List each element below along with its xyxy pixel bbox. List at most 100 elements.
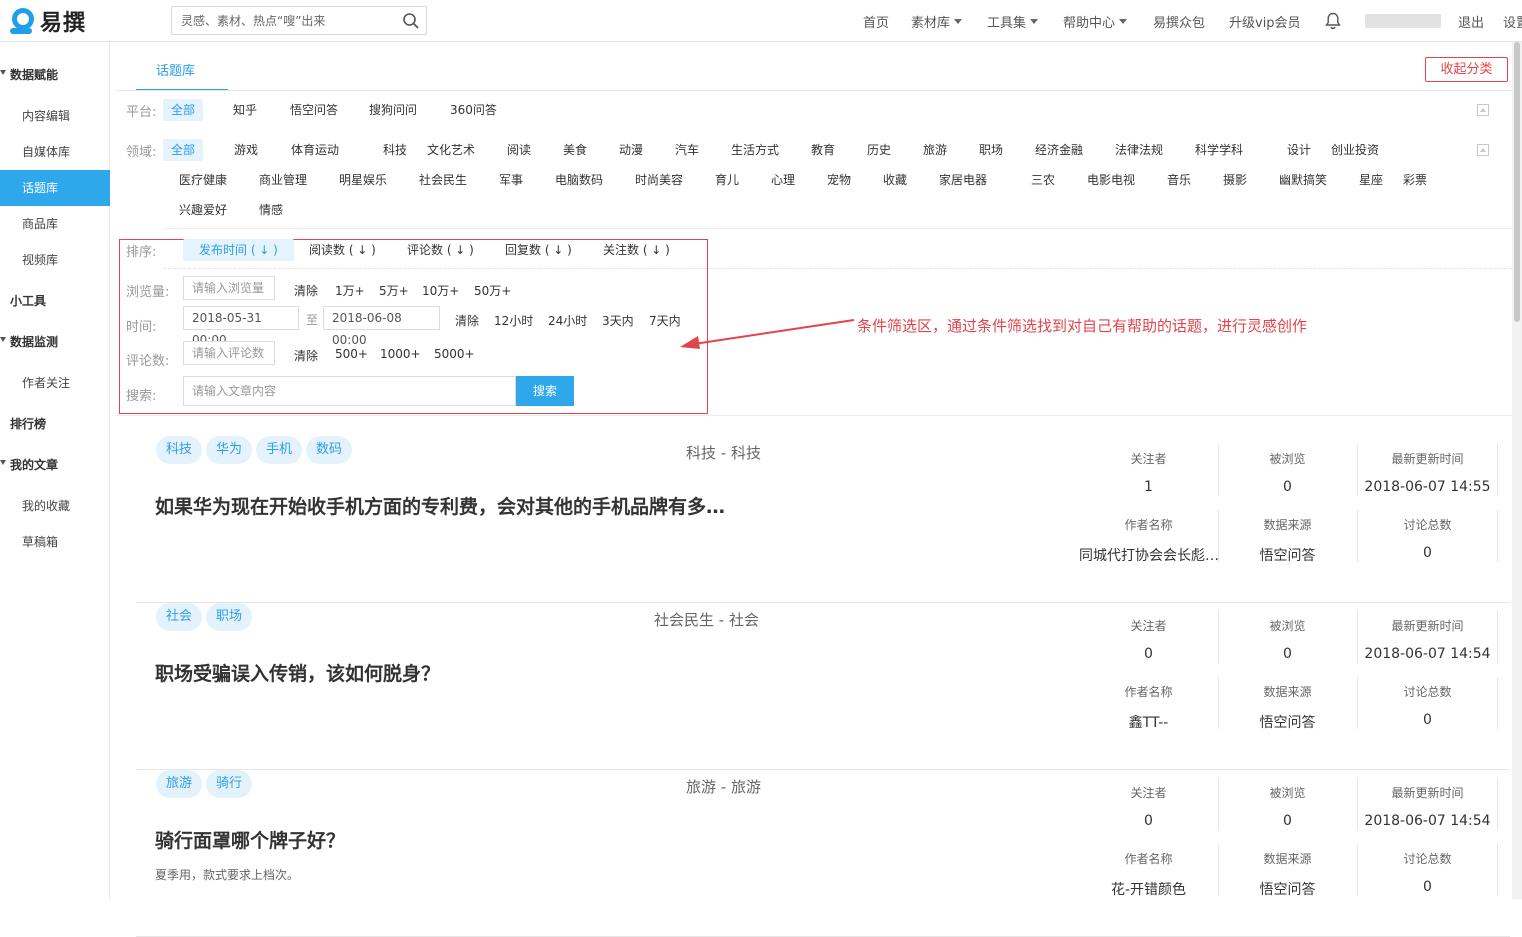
nav-logout[interactable]: 退出	[1458, 0, 1484, 42]
filter-option[interactable]: 清除	[294, 282, 318, 299]
filter-option[interactable]: 清除	[294, 347, 318, 364]
domain-option[interactable]: 时尚美容	[627, 169, 691, 191]
domain-option[interactable]: 职场	[971, 139, 1011, 161]
topic-title[interactable]: 职场受骗误入传销，该如何脱身？	[155, 659, 440, 686]
sidebar-item-product-lib[interactable]: 商品库	[0, 206, 110, 242]
domain-option[interactable]: 收藏	[875, 169, 915, 191]
sidebar-item-favorites[interactable]: 我的收藏	[0, 488, 110, 524]
platform-option[interactable]: 360问答	[442, 99, 505, 121]
stat-value[interactable]: 鑫TT--	[1079, 712, 1218, 732]
time-from-input[interactable]: 2018-05-31 00:00	[183, 306, 299, 347]
scrollbar-thumb[interactable]	[1514, 42, 1520, 322]
nav-help[interactable]: 帮助中心	[1063, 0, 1128, 42]
sidebar-item-video-lib[interactable]: 视频库	[0, 242, 110, 278]
platform-option[interactable]: 知乎	[225, 99, 265, 121]
topic-tag[interactable]: 职场	[206, 603, 253, 631]
scrollbar[interactable]	[1512, 42, 1522, 899]
domain-option[interactable]: 文化艺术	[419, 139, 483, 161]
domain-option[interactable]: 生活方式	[723, 139, 787, 161]
sort-option[interactable]: 发布时间 ( ↓ )	[183, 239, 294, 261]
filter-option[interactable]: 1万+	[335, 282, 365, 299]
nav-home[interactable]: 首页	[863, 0, 889, 42]
domain-option[interactable]: 教育	[803, 139, 843, 161]
sort-option[interactable]: 阅读数 ( ↓ )	[301, 239, 384, 261]
nav-tools[interactable]: 工具集	[987, 0, 1039, 42]
user-name-blurred[interactable]	[1365, 14, 1441, 28]
domain-option[interactable]: 体育运动	[283, 139, 347, 161]
domain-option[interactable]: 科学学科	[1187, 139, 1251, 161]
domain-option[interactable]: 社会民生	[411, 169, 475, 191]
domain-option[interactable]: 法律法规	[1107, 139, 1171, 161]
sidebar-group-rank[interactable]: 排行榜	[0, 415, 110, 432]
topic-title[interactable]: 如果华为现在开始收手机方面的专利费，会对其他的手机品牌有多…	[155, 492, 725, 519]
sidebar-item-content-edit[interactable]: 内容编辑	[0, 98, 110, 134]
domain-option[interactable]: 幽默搞笑	[1271, 169, 1335, 191]
topic-card[interactable]: 社会 职场 社会民生 - 社会 职场受骗误入传销，该如何脱身？ 关注者 0 作者名称 鑫TT-…	[136, 603, 1510, 770]
domain-option[interactable]: 科技	[375, 139, 415, 161]
domain-option[interactable]: 电脑数码	[547, 169, 611, 191]
domain-option[interactable]: 情感	[251, 199, 291, 221]
nav-materials[interactable]: 素材库	[911, 0, 963, 42]
search-icon[interactable]	[402, 12, 420, 30]
sidebar-item-topic-lib[interactable]: 话题库	[0, 170, 110, 206]
topic-tag[interactable]: 手机	[256, 436, 303, 464]
views-input[interactable]: 请输入浏览量	[183, 276, 275, 300]
filter-option[interactable]: 3天内	[602, 312, 634, 329]
filter-option[interactable]: 清除	[455, 312, 479, 329]
sort-option[interactable]: 回复数 ( ↓ )	[497, 239, 580, 261]
expand-platform-icon[interactable]	[1477, 104, 1489, 116]
sidebar-group-articles[interactable]: 我的文章	[0, 456, 110, 473]
domain-option[interactable]: 经济金融	[1027, 139, 1091, 161]
platform-option[interactable]: 全部	[163, 99, 204, 121]
topic-tag[interactable]: 社会	[156, 603, 203, 631]
bell-icon[interactable]	[1325, 12, 1341, 30]
domain-option[interactable]: 心理	[763, 169, 803, 191]
platform-option[interactable]: 悟空问答	[282, 99, 346, 121]
filter-option[interactable]: 50万+	[474, 282, 511, 299]
sort-option[interactable]: 关注数 ( ↓ )	[595, 239, 678, 261]
time-to-input[interactable]: 2018-06-08 00:00	[323, 306, 440, 347]
sort-option[interactable]: 评论数 ( ↓ )	[399, 239, 482, 261]
domain-option[interactable]: 商业管理	[251, 169, 315, 191]
domain-option[interactable]: 创业投资	[1323, 139, 1387, 161]
sidebar-item-drafts[interactable]: 草稿箱	[0, 524, 110, 560]
topic-card[interactable]: 科技 华为 手机 数码 科技 - 科技 如果华为现在开始收手机方面的专利费，会对其他的手机…	[136, 436, 1510, 603]
domain-option[interactable]: 游戏	[226, 139, 266, 161]
domain-option[interactable]: 汽车	[667, 139, 707, 161]
domain-option[interactable]: 音乐	[1159, 169, 1199, 191]
tab-topic-lib[interactable]: 话题库	[156, 60, 195, 79]
collapse-category-button[interactable]: 收起分类	[1425, 57, 1508, 82]
domain-option[interactable]: 医疗健康	[171, 169, 235, 191]
domain-option[interactable]: 明星娱乐	[331, 169, 395, 191]
domain-option[interactable]: 阅读	[499, 139, 539, 161]
domain-option[interactable]: 动漫	[611, 139, 651, 161]
topic-card[interactable]: 旅游 骑行 旅游 - 旅游 骑行面罩哪个牌子好？ 夏季用，款式要求上档次。 关注者 0 作者名…	[136, 770, 1510, 937]
sidebar-group-tools[interactable]: 小工具	[0, 292, 110, 309]
domain-option[interactable]: 家居电器	[931, 169, 995, 191]
domain-option[interactable]: 育儿	[707, 169, 747, 191]
expand-domain-icon[interactable]	[1477, 144, 1489, 156]
comments-input[interactable]: 请输入评论数	[183, 341, 275, 365]
domain-option[interactable]: 全部	[163, 139, 204, 161]
filter-option[interactable]: 12小时	[494, 312, 533, 329]
sidebar-item-author-follow[interactable]: 作者关注	[0, 365, 110, 401]
topic-tag[interactable]: 数码	[306, 436, 353, 464]
nav-vip[interactable]: 升级vip会员	[1229, 0, 1301, 42]
topic-tag[interactable]: 骑行	[206, 770, 253, 798]
domain-option[interactable]: 设计	[1279, 139, 1319, 161]
platform-option[interactable]: 搜狗问问	[361, 99, 425, 121]
domain-option[interactable]: 电影电视	[1079, 169, 1143, 191]
domain-option[interactable]: 军事	[491, 169, 531, 191]
topic-tag[interactable]: 科技	[156, 436, 203, 464]
filter-option[interactable]: 24小时	[548, 312, 587, 329]
stat-value[interactable]: 同城代打协会会长彪…	[1079, 545, 1218, 565]
filter-option[interactable]: 1000+	[380, 347, 421, 361]
topic-tag[interactable]: 旅游	[156, 770, 203, 798]
nav-crowd[interactable]: 易撰众包	[1153, 0, 1205, 42]
filter-option[interactable]: 5000+	[434, 347, 475, 361]
domain-option[interactable]: 三农	[1023, 169, 1063, 191]
stat-value[interactable]: 花-开错颜色	[1079, 879, 1218, 899]
filter-option[interactable]: 10万+	[422, 282, 459, 299]
sidebar-item-media-lib[interactable]: 自媒体库	[0, 134, 110, 170]
filter-option[interactable]: 5万+	[379, 282, 409, 299]
